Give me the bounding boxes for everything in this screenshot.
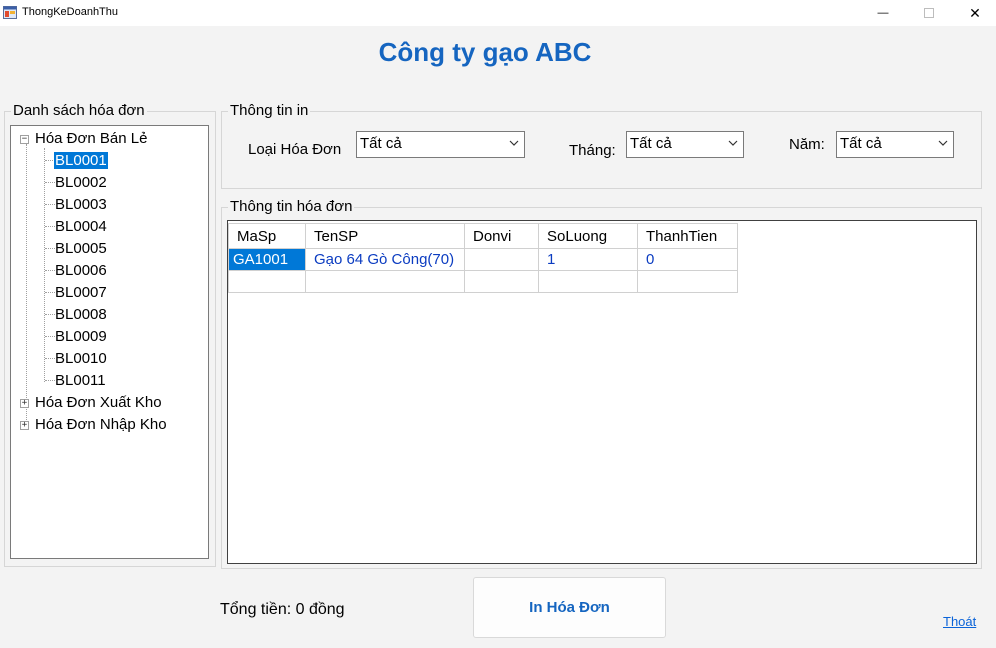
grid-header-row: MaSp TenSP Donvi SoLuong ThanhTien <box>228 223 738 249</box>
tree-node-label: BL0003 <box>55 196 107 213</box>
tree-connector <box>26 144 27 424</box>
year-label: Năm: <box>789 136 825 153</box>
invoice-list-legend: Danh sách hóa đơn <box>11 102 147 120</box>
tree-node-import-invoices[interactable]: Hóa Đơn Nhập Kho <box>35 415 167 435</box>
close-button[interactable]: ✕ <box>952 0 996 26</box>
tree-node-label: BL0007 <box>55 284 107 301</box>
tree-connector <box>45 204 55 205</box>
tree-connector <box>45 358 55 359</box>
chevron-down-icon <box>938 140 948 146</box>
tree-node-bl0005[interactable]: BL0005 <box>55 239 107 259</box>
grid-cell-tensp[interactable] <box>305 270 465 293</box>
invoice-type-label: Loại Hóa Đơn <box>248 141 342 158</box>
tree-node-bl0002[interactable]: BL0002 <box>55 173 107 193</box>
tree-node-label: BL0005 <box>55 240 107 257</box>
invoice-type-value: Tất cả <box>360 135 402 152</box>
chevron-down-icon <box>728 140 738 146</box>
invoice-info-legend: Thông tin hóa đơn <box>228 198 355 216</box>
column-header-donvi[interactable]: Donvi <box>464 223 539 249</box>
grid-cell-masp[interactable]: GA1001 <box>228 248 306 271</box>
tree-node-export-invoices[interactable]: Hóa Đơn Xuất Kho <box>35 393 162 413</box>
maximize-button[interactable] <box>906 0 952 26</box>
tree-connector <box>45 248 55 249</box>
tree-expander-export[interactable]: + <box>20 399 29 408</box>
total-amount-label: Tổng tiền: 0 đồng <box>220 601 345 618</box>
tree-connector <box>45 314 55 315</box>
grid-cell-soluong[interactable]: 1 <box>538 248 638 271</box>
chevron-down-icon <box>509 140 519 146</box>
tree-expander-retail[interactable]: − <box>20 135 29 144</box>
tree-connector <box>45 336 55 337</box>
invoice-type-select[interactable]: Tất cả <box>356 131 525 158</box>
grid-cell-donvi[interactable] <box>464 248 539 271</box>
tree-node-label: Hóa Đơn Nhập Kho <box>35 416 167 433</box>
grid-cell-soluong[interactable] <box>538 270 638 293</box>
minimize-button[interactable]: — <box>860 0 906 26</box>
tree-connector <box>45 292 55 293</box>
close-icon: ✕ <box>969 4 981 21</box>
tree-node-bl0010[interactable]: BL0010 <box>55 349 107 369</box>
year-value: Tất cả <box>840 135 882 152</box>
print-invoice-button[interactable]: In Hóa Đơn <box>473 577 666 638</box>
print-info-legend: Thông tin in <box>228 102 311 120</box>
tree-connector <box>45 182 55 183</box>
tree-expander-import[interactable]: + <box>20 421 29 430</box>
tree-node-label: Hóa Đơn Xuất Kho <box>35 394 162 411</box>
tree-node-bl0011[interactable]: BL0011 <box>55 371 106 391</box>
tree-node-label: BL0006 <box>55 262 107 279</box>
grid-cell-thanhtien[interactable]: 0 <box>637 248 738 271</box>
tree-node-bl0008[interactable]: BL0008 <box>55 305 107 325</box>
tree-connector <box>45 270 55 271</box>
app-icon <box>3 6 17 19</box>
tree-node-bl0001[interactable]: BL0001 <box>54 151 108 171</box>
grid-cell-tensp[interactable]: Gạo 64 Gò Công(70) <box>305 248 465 271</box>
tree-node-label: BL0011 <box>55 372 106 389</box>
tree-node-bl0007[interactable]: BL0007 <box>55 283 107 303</box>
column-header-thanhtien[interactable]: ThanhTien <box>637 223 738 249</box>
tree-node-label: BL0002 <box>55 174 107 191</box>
column-header-soluong[interactable]: SoLuong <box>538 223 638 249</box>
minimize-icon: — <box>877 7 889 19</box>
window-title: ThongKeDoanhThu <box>22 6 119 18</box>
grid-cell-thanhtien[interactable] <box>637 270 738 293</box>
tree-node-label: BL0004 <box>55 218 107 235</box>
table-row-new[interactable] <box>228 270 738 293</box>
company-title: Công ty gạo ABC <box>378 37 592 67</box>
tree-node-bl0004[interactable]: BL0004 <box>55 217 107 237</box>
window-titlebar[interactable]: ThongKeDoanhThu — ✕ <box>0 0 996 26</box>
tree-node-label: BL0008 <box>55 306 107 323</box>
grid-cell-masp[interactable] <box>228 270 306 293</box>
tree-node-label: BL0001 <box>54 152 108 169</box>
maximize-icon <box>924 8 934 18</box>
grid-cell-donvi[interactable] <box>464 270 539 293</box>
tree-node-bl0006[interactable]: BL0006 <box>55 261 107 281</box>
tree-connector <box>44 148 45 382</box>
column-header-tensp[interactable]: TenSP <box>305 223 465 249</box>
month-label: Tháng: <box>569 142 616 159</box>
invoice-detail-grid[interactable]: MaSp TenSP Donvi SoLuong ThanhTien GA100… <box>227 220 977 564</box>
table-row[interactable]: GA1001 Gạo 64 Gò Công(70) 1 0 <box>228 248 738 271</box>
tree-connector <box>45 380 55 381</box>
tree-node-label: BL0010 <box>55 350 107 367</box>
tree-node-retail-invoices[interactable]: Hóa Đơn Bán Lẻ <box>35 129 147 149</box>
tree-node-bl0009[interactable]: BL0009 <box>55 327 107 347</box>
year-select[interactable]: Tất cả <box>836 131 954 158</box>
column-header-masp[interactable]: MaSp <box>228 223 306 249</box>
invoice-detail-table: MaSp TenSP Donvi SoLuong ThanhTien GA100… <box>228 223 738 293</box>
month-select[interactable]: Tất cả <box>626 131 744 158</box>
tree-node-label: BL0009 <box>55 328 107 345</box>
month-value: Tất cả <box>630 135 672 152</box>
invoice-tree[interactable]: − Hóa Đơn Bán Lẻ BL0001 BL0002 BL0003 BL… <box>10 125 209 559</box>
tree-node-label: Hóa Đơn Bán Lẻ <box>35 130 148 147</box>
tree-node-bl0003[interactable]: BL0003 <box>55 195 107 215</box>
exit-link[interactable]: Thoát <box>943 614 976 629</box>
tree-connector <box>45 226 55 227</box>
